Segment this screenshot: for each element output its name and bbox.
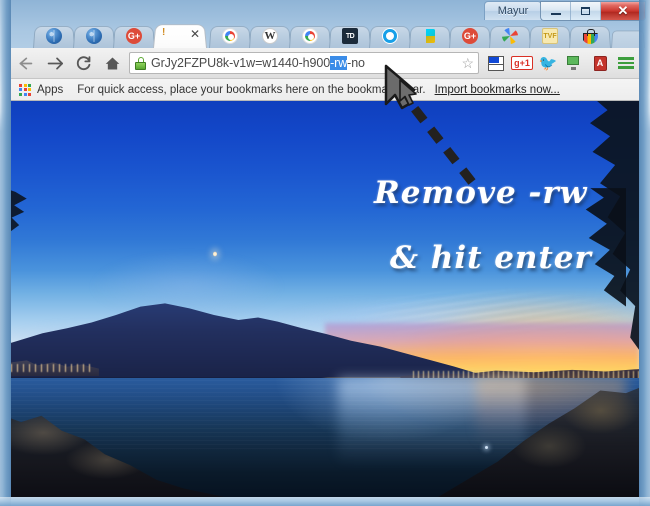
chrome-icon — [302, 28, 318, 44]
hamburger-glyph — [618, 57, 634, 69]
annotation-line-2: & hit enter — [390, 240, 592, 276]
tvf-icon: TVF — [542, 28, 558, 44]
maximize-icon — [581, 7, 590, 15]
dictionary-icon[interactable]: A — [587, 48, 613, 79]
tab-favicon: G+ — [126, 28, 142, 44]
google-photos-icon — [502, 28, 518, 44]
twitter-bird-icon[interactable]: 🐦 — [535, 48, 561, 79]
home-button[interactable] — [98, 48, 127, 79]
tab-favicon: TVF — [542, 28, 558, 44]
tab-favicon: TD — [342, 28, 358, 44]
annotation-arrow — [384, 64, 476, 185]
tab-12[interactable] — [489, 24, 531, 48]
tab-favicon — [86, 28, 102, 44]
window-border-right — [639, 0, 650, 506]
apps-grid-icon — [19, 83, 31, 96]
window-border-left — [0, 0, 11, 506]
tab-close-icon[interactable]: ✕ — [190, 28, 200, 40]
lock-icon — [135, 56, 146, 70]
chrome-icon — [222, 28, 238, 44]
globe-icon — [86, 28, 102, 44]
book-glyph: A — [593, 55, 607, 71]
wikipedia-icon: W — [262, 28, 278, 44]
tab-9[interactable] — [369, 24, 411, 48]
url-text-selected: -rw — [330, 56, 348, 70]
photo-image — [11, 101, 639, 497]
tab-favicon — [582, 28, 598, 44]
tab-8[interactable]: TD — [329, 24, 371, 48]
tab-7[interactable] — [289, 24, 331, 48]
td-icon: TD — [342, 28, 358, 44]
maximize-button[interactable] — [571, 2, 601, 20]
minimize-icon — [550, 12, 561, 15]
home-icon — [105, 57, 120, 69]
loading-icon: ! — [162, 27, 166, 38]
town-lights-left — [11, 364, 93, 373]
tab-10[interactable] — [409, 24, 451, 48]
shopping-bag-icon — [582, 28, 598, 44]
back-arrow-icon — [19, 57, 33, 69]
layout-extension-glyph — [488, 55, 504, 71]
google-plus-icon: G+ — [126, 28, 142, 44]
tab-favicon — [302, 28, 318, 44]
twitter-bird-glyph: 🐦 — [538, 55, 558, 72]
url-text: GrJy2FZPU8k-v1w=w1440-h900-rw-no — [151, 56, 365, 70]
tab-13[interactable]: TVF — [529, 24, 571, 48]
minimize-button[interactable] — [541, 2, 571, 20]
browser-window: Mayur ✕ G+ ! ✕ W TD G+ TVF GrJy2FZPU8k-v… — [0, 0, 650, 506]
tab-favicon — [222, 28, 238, 44]
profile-button[interactable]: Mayur — [484, 1, 542, 20]
screen-capture-icon[interactable] — [561, 48, 587, 79]
close-icon: ✕ — [617, 3, 629, 18]
tab-6[interactable]: W — [249, 24, 291, 48]
mouse-cursor-icon — [399, 79, 417, 106]
tab-5[interactable] — [209, 24, 251, 48]
opera-icon — [382, 28, 398, 44]
tab-favicon: G+ — [462, 28, 478, 44]
lock-body — [135, 61, 146, 70]
tab-favicon — [46, 28, 62, 44]
window-border-bottom — [0, 497, 650, 506]
url-text-before: GrJy2FZPU8k-v1w=w1440-h900 — [151, 56, 331, 70]
back-button[interactable] — [11, 48, 40, 79]
google-plus-one-icon[interactable]: g+1 — [509, 48, 535, 79]
monitor-glyph — [566, 56, 582, 70]
tab-11[interactable]: G+ — [449, 24, 491, 48]
profile-button-label: Mayur — [497, 5, 529, 17]
page-content-viewport — [11, 101, 639, 497]
apps-label[interactable]: Apps — [37, 84, 63, 96]
tab-favicon — [422, 28, 438, 44]
forward-arrow-icon — [47, 57, 63, 69]
tab-3[interactable]: G+ — [113, 24, 155, 48]
tab-strip: G+ ! ✕ W TD G+ TVF — [11, 21, 645, 48]
tab-2[interactable] — [73, 24, 115, 48]
google-play-icon — [422, 28, 438, 44]
chrome-menu-icon[interactable] — [613, 48, 639, 79]
bookmarks-bar: Apps For quick access, place your bookma… — [11, 79, 639, 101]
title-bar: Mayur ✕ — [0, 0, 650, 22]
forward-button[interactable] — [40, 48, 69, 79]
reload-icon — [76, 55, 91, 70]
globe-icon — [46, 28, 62, 44]
window-controls: ✕ — [540, 1, 646, 21]
reload-button[interactable] — [69, 48, 98, 79]
tab-14[interactable] — [569, 24, 611, 48]
tab-active[interactable]: ! ✕ — [153, 22, 207, 48]
google-plus-icon: G+ — [462, 28, 478, 44]
browser-toolbar: GrJy2FZPU8k-v1w=w1440-h900-rw-no ☆ g+1 🐦… — [11, 48, 639, 79]
tab-favicon — [382, 28, 398, 44]
tab-favicon: W — [262, 28, 278, 44]
tab-1[interactable] — [33, 24, 75, 48]
tab-favicon — [502, 28, 518, 44]
